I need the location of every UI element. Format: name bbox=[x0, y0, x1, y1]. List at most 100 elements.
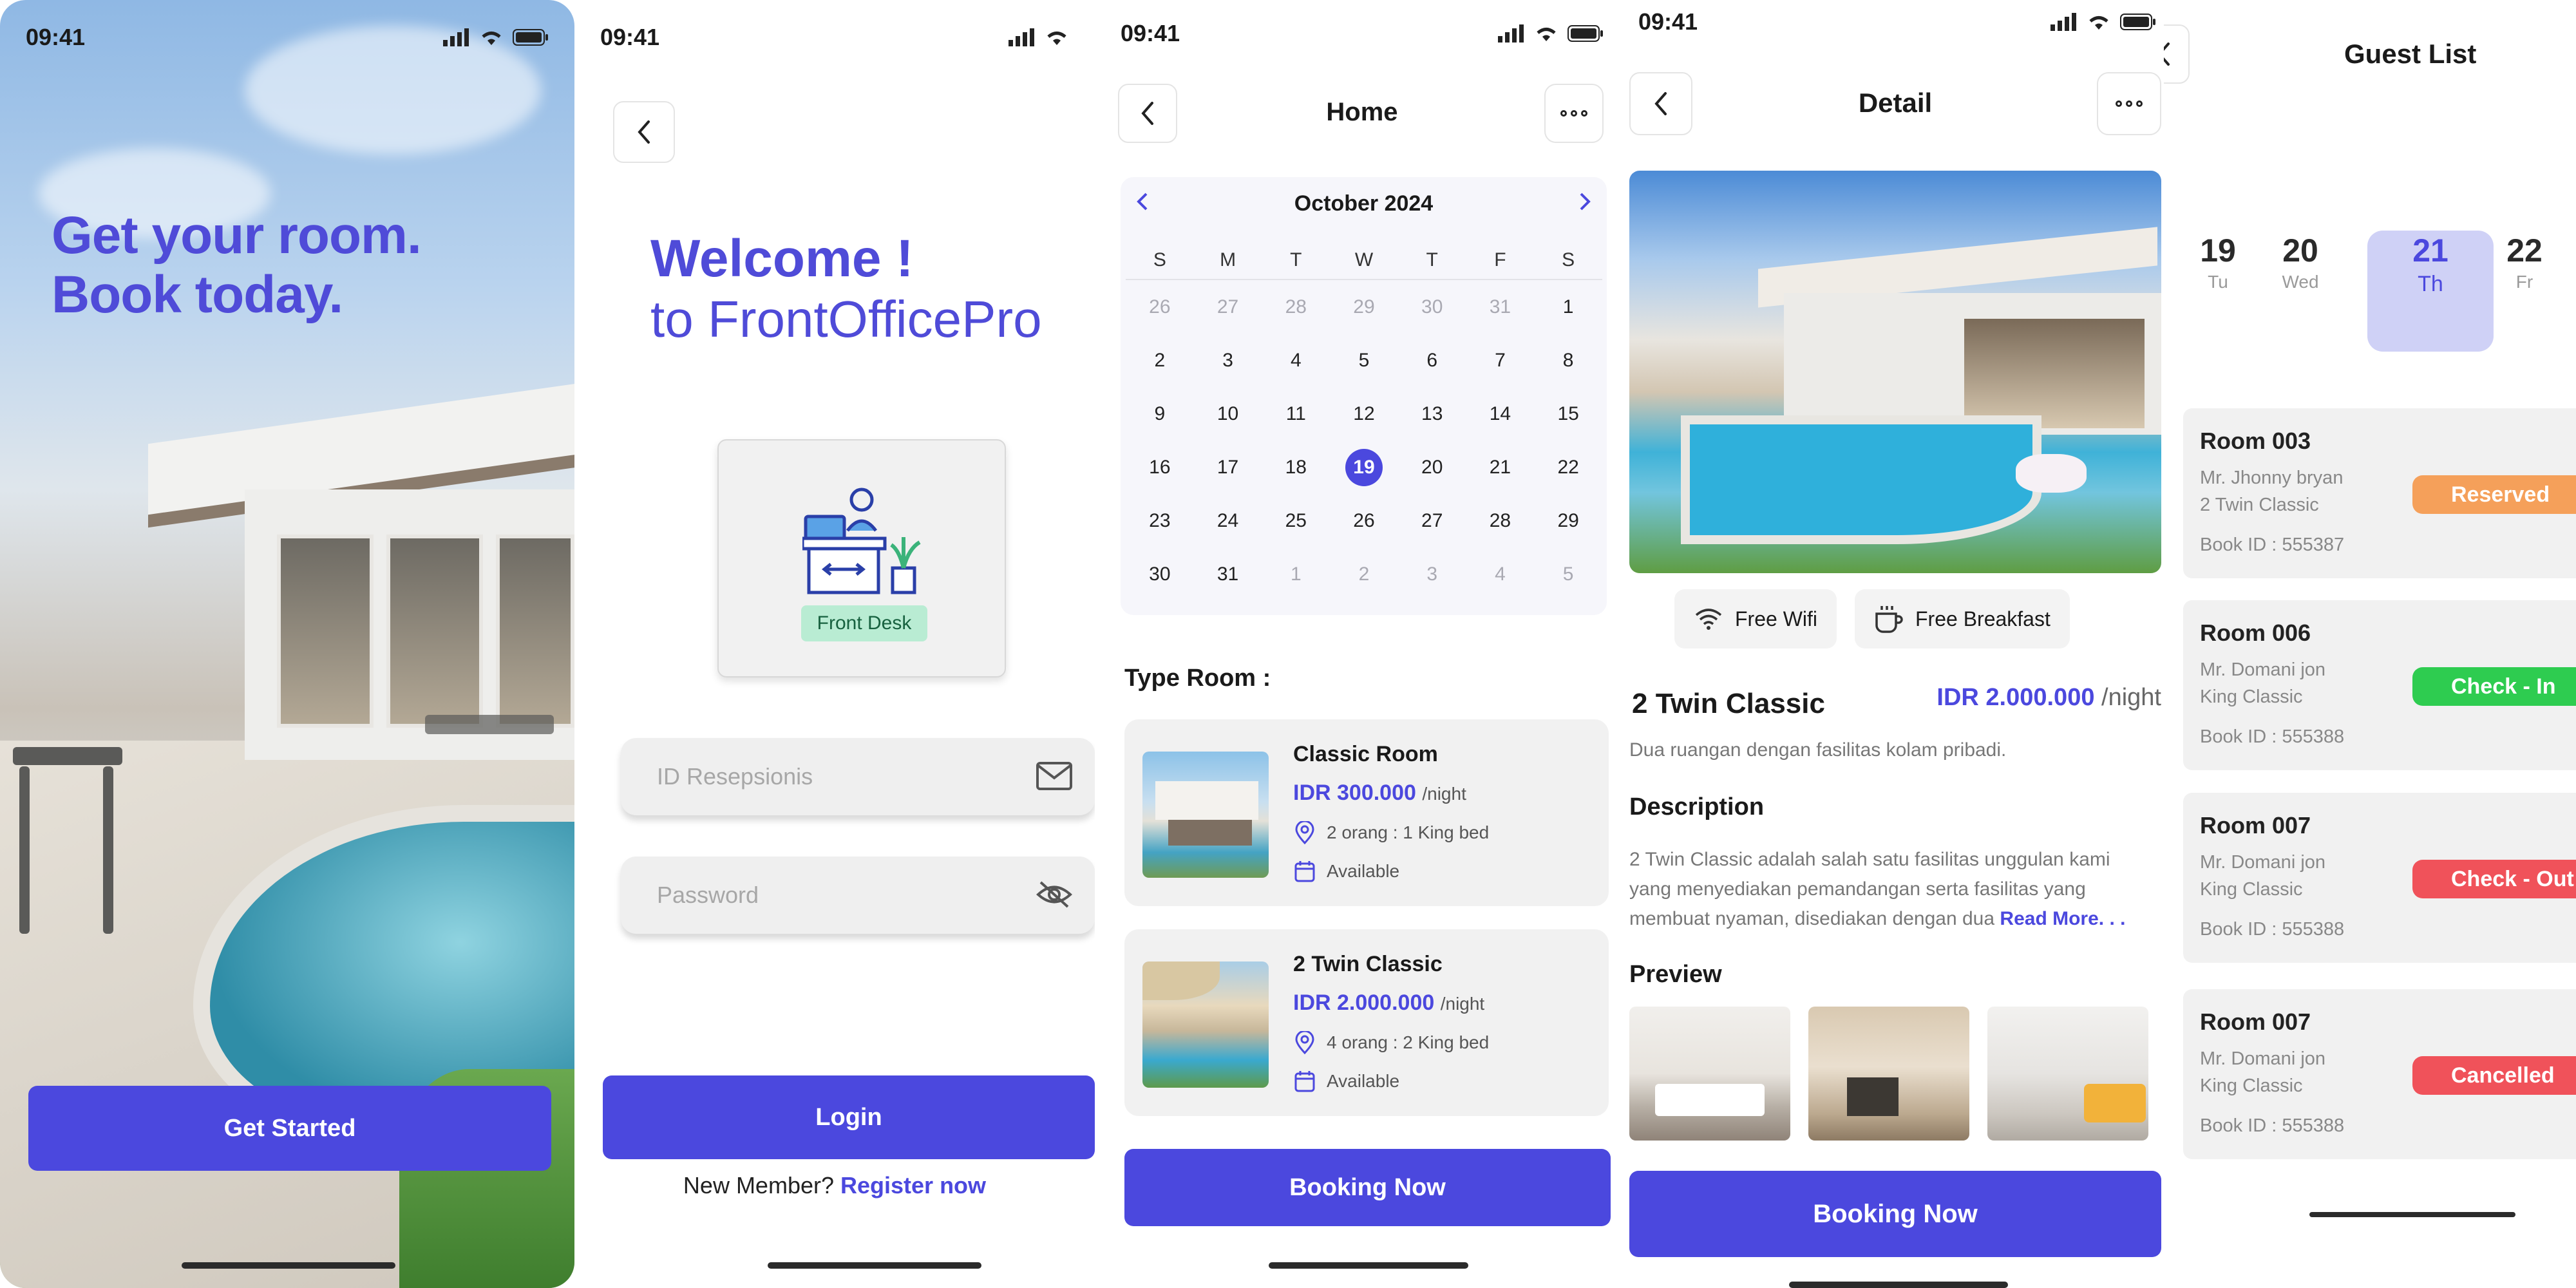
calendar-day[interactable]: 9 bbox=[1126, 387, 1194, 440]
calendar-day[interactable]: 3 bbox=[1398, 547, 1466, 601]
date-item[interactable]: 22 Fr bbox=[2486, 232, 2563, 292]
welcome-title: Welcome ! bbox=[650, 229, 914, 288]
calendar-day[interactable]: 29 bbox=[1534, 494, 1602, 547]
calendar-day[interactable]: 22 bbox=[1534, 440, 1602, 494]
page-title: Guest List bbox=[2344, 39, 2477, 69]
login-button[interactable]: Login bbox=[603, 1075, 1095, 1159]
calendar-day[interactable]: 1 bbox=[1534, 280, 1602, 334]
calendar-day[interactable]: 27 bbox=[1194, 280, 1262, 334]
more-button[interactable] bbox=[2097, 72, 2161, 135]
calendar-day[interactable]: 4 bbox=[1466, 547, 1535, 601]
preview-image-2[interactable] bbox=[1808, 1007, 1969, 1141]
calendar-day[interactable]: 31 bbox=[1194, 547, 1262, 601]
calendar-day[interactable]: 18 bbox=[1262, 440, 1330, 494]
calendar-day[interactable]: 27 bbox=[1398, 494, 1466, 547]
calendar-day[interactable]: 1 bbox=[1262, 547, 1330, 601]
calendar-day[interactable]: 21 bbox=[1466, 440, 1535, 494]
room-price: IDR 2.000.000 /night bbox=[1293, 990, 1485, 1015]
booking-now-button[interactable]: Booking Now bbox=[1124, 1149, 1611, 1226]
calendar-day[interactable]: 2 bbox=[1330, 547, 1398, 601]
room-name: Classic Room bbox=[1293, 742, 1438, 766]
calendar-day[interactable]: 31 bbox=[1466, 280, 1535, 334]
room-card-twin[interactable]: 2 Twin Classic IDR 2.000.000 /night 4 or… bbox=[1124, 929, 1609, 1116]
date-item[interactable]: 23Sa bbox=[2557, 232, 2576, 292]
calendar-day[interactable]: 25 bbox=[1262, 494, 1330, 547]
calendar-day[interactable]: 6 bbox=[1398, 334, 1466, 387]
calendar-next-button[interactable] bbox=[1577, 190, 1593, 220]
guest-room: Room 003 bbox=[2200, 428, 2311, 454]
calendar-icon bbox=[1294, 1071, 1315, 1092]
read-more-link[interactable]: Read More. . . bbox=[2000, 908, 2125, 929]
home-indicator bbox=[1269, 1262, 1468, 1269]
status-bar: 09:41 bbox=[0, 18, 574, 57]
calendar-day[interactable]: 15 bbox=[1534, 387, 1602, 440]
calendar-day[interactable]: 10 bbox=[1194, 387, 1262, 440]
calendar-day[interactable]: 8 bbox=[1534, 334, 1602, 387]
status-icons bbox=[1498, 24, 1604, 43]
calendar-day[interactable]: 30 bbox=[1126, 547, 1194, 601]
home-indicator bbox=[2309, 1212, 2515, 1217]
date-item-selected[interactable]: 21 Th bbox=[2392, 232, 2469, 297]
guest-card[interactable]: Room 006 Mr. Domani jon King Classic Boo… bbox=[2183, 600, 2576, 770]
chevron-right-icon bbox=[1580, 193, 1591, 211]
calendar-day[interactable]: 16 bbox=[1126, 440, 1194, 494]
calendar-day[interactable]: 4 bbox=[1262, 334, 1330, 387]
calendar-day[interactable]: 7 bbox=[1466, 334, 1535, 387]
password-field[interactable]: Password bbox=[621, 857, 1095, 934]
calendar-day[interactable]: 5 bbox=[1330, 334, 1398, 387]
calendar-day[interactable]: 2 bbox=[1126, 334, 1194, 387]
register-link[interactable]: Register now bbox=[840, 1172, 986, 1198]
calendar-day[interactable]: 26 bbox=[1126, 280, 1194, 334]
preview-image-3[interactable] bbox=[1987, 1007, 2148, 1141]
more-button[interactable] bbox=[1544, 84, 1604, 143]
calendar-day[interactable]: 12 bbox=[1330, 387, 1398, 440]
calendar-day[interactable]: 3 bbox=[1194, 334, 1262, 387]
front-desk-card[interactable]: Front Desk bbox=[717, 439, 1006, 677]
back-button[interactable] bbox=[613, 101, 675, 163]
calendar-day[interactable]: 28 bbox=[1466, 494, 1535, 547]
status-icons bbox=[443, 28, 549, 46]
room-availability: Available bbox=[1293, 860, 1399, 883]
guest-card[interactable]: Room 007 Mr. Domani jon King Classic Boo… bbox=[2183, 989, 2576, 1159]
date-item[interactable]: 20 Wed bbox=[2262, 232, 2339, 292]
description-heading: Description bbox=[1629, 793, 1765, 820]
date-item[interactable]: 19 Tu bbox=[2179, 232, 2257, 292]
status-time: 09:41 bbox=[1121, 20, 1180, 46]
weekday-label: T bbox=[1262, 242, 1331, 280]
chevron-left-icon bbox=[638, 120, 650, 144]
calendar-day[interactable]: 30 bbox=[1398, 280, 1466, 334]
room-card-classic[interactable]: Classic Room IDR 300.000 /night 2 orang … bbox=[1124, 719, 1609, 906]
room-availability: Available bbox=[1293, 1070, 1399, 1093]
guest-name: Mr. Domani jon bbox=[2200, 852, 2326, 873]
amenity-free-breakfast: Free Breakfast bbox=[1855, 589, 2070, 649]
calendar-day[interactable]: 11 bbox=[1262, 387, 1330, 440]
calendar-day[interactable]: 5 bbox=[1534, 547, 1602, 601]
calendar-day[interactable]: 29 bbox=[1330, 280, 1398, 334]
calendar-day[interactable]: 17 bbox=[1194, 440, 1262, 494]
onboarding-screen: 09:41 Get your room. Book today. Get Sta… bbox=[0, 0, 574, 1288]
calendar-day[interactable]: 13 bbox=[1398, 387, 1466, 440]
guest-name: Mr. Jhonny bryan bbox=[2200, 468, 2344, 488]
coffee-cup-icon bbox=[1875, 606, 1903, 633]
calendar-day[interactable]: 20 bbox=[1398, 440, 1466, 494]
booking-now-button[interactable]: Booking Now bbox=[1629, 1171, 2161, 1257]
guest-name: Mr. Domani jon bbox=[2200, 1048, 2326, 1069]
id-resepsionis-field[interactable]: ID Resepsionis bbox=[621, 738, 1095, 815]
preview-image-1[interactable] bbox=[1629, 1007, 1790, 1141]
calendar-day[interactable]: 28 bbox=[1262, 280, 1330, 334]
amenity-free-wifi: Free Wifi bbox=[1674, 589, 1837, 649]
guest-card[interactable]: Room 003 Mr. Jhonny bryan 2 Twin Classic… bbox=[2183, 408, 2576, 578]
get-started-button[interactable]: Get Started bbox=[28, 1086, 551, 1171]
detail-screen: 09:41 Detail Free Wifi Free Breakfast 2 … bbox=[1629, 0, 2164, 1288]
back-button[interactable] bbox=[2164, 24, 2190, 84]
calendar-day[interactable]: 14 bbox=[1466, 387, 1535, 440]
guest-card[interactable]: Room 007 Mr. Domani jon King Classic Boo… bbox=[2183, 793, 2576, 963]
calendar-day-selected[interactable]: 19 bbox=[1330, 440, 1398, 494]
signal-icon bbox=[1009, 28, 1034, 46]
calendar-day[interactable]: 23 bbox=[1126, 494, 1194, 547]
calendar-day[interactable]: 24 bbox=[1194, 494, 1262, 547]
wifi-icon bbox=[1537, 28, 1556, 41]
weekday-label: F bbox=[1466, 242, 1535, 280]
eye-off-icon[interactable] bbox=[1036, 880, 1073, 909]
calendar-day[interactable]: 26 bbox=[1330, 494, 1398, 547]
